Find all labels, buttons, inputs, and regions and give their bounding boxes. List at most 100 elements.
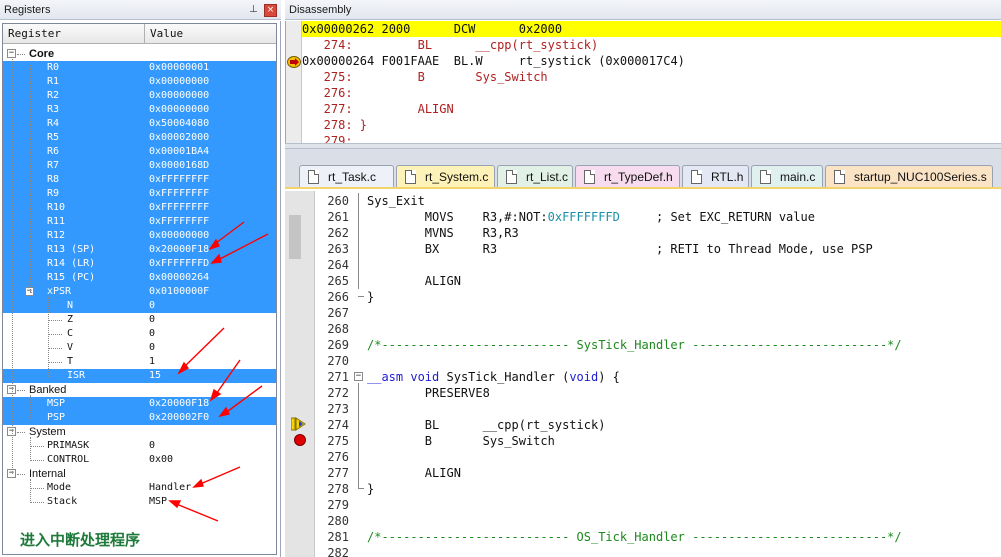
code-line[interactable]: ALIGN xyxy=(367,273,461,289)
tree-line xyxy=(30,460,44,461)
register-row-psp[interactable]: PSP 0x200002F0 xyxy=(3,411,276,425)
register-row-xpsr[interactable]: − xPSR 0x0100000F xyxy=(3,285,276,299)
register-row-n[interactable]: N0 xyxy=(3,299,276,313)
register-row-r13[interactable]: R13 (SP) 0x20000F18 xyxy=(3,243,276,257)
register-row-control[interactable]: CONTROL 0x00 xyxy=(3,453,276,467)
tab-main-c[interactable]: main.c xyxy=(751,165,823,187)
code-token: BL __cpp(rt_systick) xyxy=(367,418,606,432)
code-line[interactable]: /*-------------------------- OS_Tick_Han… xyxy=(367,529,902,545)
register-row-c[interactable]: C0 xyxy=(3,327,276,341)
register-name: C xyxy=(67,328,74,339)
register-row-r3[interactable]: R3 0x00000000 xyxy=(3,103,276,117)
code-line[interactable]: Sys_Exit xyxy=(367,193,425,209)
tree-line xyxy=(30,236,44,237)
register-row-v[interactable]: V0 xyxy=(3,341,276,355)
register-row-r12[interactable]: R12 0x00000000 xyxy=(3,229,276,243)
tree-group-core[interactable]: − Core xyxy=(3,47,276,61)
register-row-msp[interactable]: MSP 0x20000F18 xyxy=(3,397,276,411)
line-number: 260 xyxy=(327,194,349,208)
disassembly-line[interactable]: 278: } xyxy=(302,117,1001,133)
disassembly-line[interactable]: 275: B Sys_Switch xyxy=(302,69,1001,85)
register-row-r2[interactable]: R2 0x00000000 xyxy=(3,89,276,103)
code-line[interactable]: MVNS R3,R3 xyxy=(367,225,519,241)
register-row-primask[interactable]: PRIMASK 0 xyxy=(3,439,276,453)
disassembly-line[interactable]: 279: xyxy=(302,133,1001,143)
register-row-r14[interactable]: R14 (LR) 0xFFFFFFFD xyxy=(3,257,276,271)
register-value: 0 xyxy=(149,328,156,339)
register-name: R10 xyxy=(47,202,66,213)
register-row-r4[interactable]: R4 0x50004080 xyxy=(3,117,276,131)
disassembly-line[interactable]: 276: xyxy=(302,85,1001,101)
tree-group-internal[interactable]: − Internal xyxy=(3,467,276,481)
code-line[interactable]: } xyxy=(367,289,374,305)
register-name: R13 (SP) xyxy=(47,244,96,255)
column-header-value[interactable]: Value xyxy=(145,24,276,44)
register-name: MSP xyxy=(47,398,66,409)
disassembly-line-current[interactable]: 0x00000262 2000 DCW 0x2000 xyxy=(302,21,1001,37)
tree-group-banked[interactable]: − Banked xyxy=(3,383,276,397)
column-header-register[interactable]: Register xyxy=(3,24,145,44)
disassembly-line[interactable]: 274: BL __cpp(rt_systick) xyxy=(302,37,1001,53)
register-name: N xyxy=(67,300,74,311)
code-line[interactable]: } xyxy=(367,481,374,497)
register-value: 0x00001BA4 xyxy=(149,146,210,157)
editor-tabbar: rt_Task.c rt_System.c rt_List.c rt_TypeDef.… xyxy=(285,149,1001,189)
disassembly-line[interactable]: 277: ALIGN xyxy=(302,101,1001,117)
code-line[interactable]: ALIGN xyxy=(367,465,461,481)
register-row-r11[interactable]: R11 0xFFFFFFFF xyxy=(3,215,276,229)
register-row-r6[interactable]: R6 0x00001BA4 xyxy=(3,145,276,159)
tree-group-system[interactable]: − System xyxy=(3,425,276,439)
register-row-stack[interactable]: Stack MSP xyxy=(3,495,276,509)
code-line[interactable]: BL __cpp(rt_systick) xyxy=(367,417,606,433)
disassembly-gutter[interactable] xyxy=(286,21,302,143)
line-number: 272 xyxy=(327,386,349,400)
register-name: R2 xyxy=(47,90,60,101)
tree-line xyxy=(30,152,44,153)
tab-label: rt_TypeDef.h xyxy=(604,170,673,184)
register-row-r0[interactable]: R0 0x00000001 xyxy=(3,61,276,75)
code-line[interactable]: __asm void SysTick_Handler (void) { xyxy=(367,369,620,385)
register-row-r8[interactable]: R8 0xFFFFFFFF xyxy=(3,173,276,187)
code-token: void xyxy=(569,370,599,384)
register-row-z[interactable]: Z0 xyxy=(3,313,276,327)
registers-tree: Register Value − Core R0 0x00000001 R1 0x0000… xyxy=(2,23,277,555)
code-token: ALIGN xyxy=(367,466,461,480)
close-icon[interactable]: × xyxy=(264,4,277,17)
register-value: 0xFFFFFFFF xyxy=(149,216,210,227)
editor-gutter[interactable] xyxy=(285,191,315,557)
register-value: 0x00000000 xyxy=(149,230,210,241)
tree-line xyxy=(30,110,44,111)
tab-rtl-h[interactable]: RTL.h xyxy=(682,165,749,187)
register-row-r9[interactable]: R9 0xFFFFFFFF xyxy=(3,187,276,201)
line-number: 269 xyxy=(327,338,349,352)
tree-line xyxy=(30,65,31,292)
register-row-r15[interactable]: R15 (PC) 0x00000264 xyxy=(3,271,276,285)
register-row-mode[interactable]: Mode Handler xyxy=(3,481,276,495)
register-row-t[interactable]: T1 xyxy=(3,355,276,369)
fold-toggle-icon[interactable]: − xyxy=(354,372,363,381)
code-line[interactable]: BX R3 ; RETI to Thread Mode, use PSP xyxy=(367,241,873,257)
source-editor[interactable]: − 260 Sys_Exit 261 MOVS R3,#:NOT:0xFFFFFFF… xyxy=(285,191,1001,557)
tab-rt-task-c[interactable]: rt_Task.c xyxy=(299,165,394,187)
register-row-r10[interactable]: R10 0xFFFFFFFF xyxy=(3,201,276,215)
register-row-isr[interactable]: ISR 15 xyxy=(3,369,276,383)
tab-rt-typedef-h[interactable]: rt_TypeDef.h xyxy=(575,165,680,187)
code-line[interactable]: MOVS R3,#:NOT:0xFFFFFFFD ; Set EXC_RETUR… xyxy=(367,209,815,225)
pin-icon[interactable]: ⊥ xyxy=(249,4,259,16)
breakpoint-icon[interactable] xyxy=(294,434,306,446)
collapse-toggle-icon[interactable]: − xyxy=(7,49,16,58)
register-row-r1[interactable]: R1 0x00000000 xyxy=(3,75,276,89)
tab-rt-list-c[interactable]: rt_List.c xyxy=(497,165,573,187)
register-name: ISR xyxy=(67,370,86,381)
tab-rt-system-c[interactable]: rt_System.c xyxy=(396,165,495,187)
disassembly-line[interactable]: 0x00000264 F001FAAE BL.W rt_systick (0x0… xyxy=(302,53,1001,69)
code-line[interactable]: /*-------------------------- SysTick_Han… xyxy=(367,337,902,353)
tab-startup-nuc100series-s[interactable]: startup_NUC100Series.s xyxy=(825,165,993,187)
code-line[interactable]: PRESERVE8 xyxy=(367,385,490,401)
tree-line xyxy=(30,208,44,209)
register-row-r7[interactable]: R7 0x0000168D xyxy=(3,159,276,173)
register-value: 0 xyxy=(149,300,156,311)
register-value: Handler xyxy=(149,482,192,493)
register-row-r5[interactable]: R5 0x00002000 xyxy=(3,131,276,145)
code-line[interactable]: B Sys_Switch xyxy=(367,433,555,449)
